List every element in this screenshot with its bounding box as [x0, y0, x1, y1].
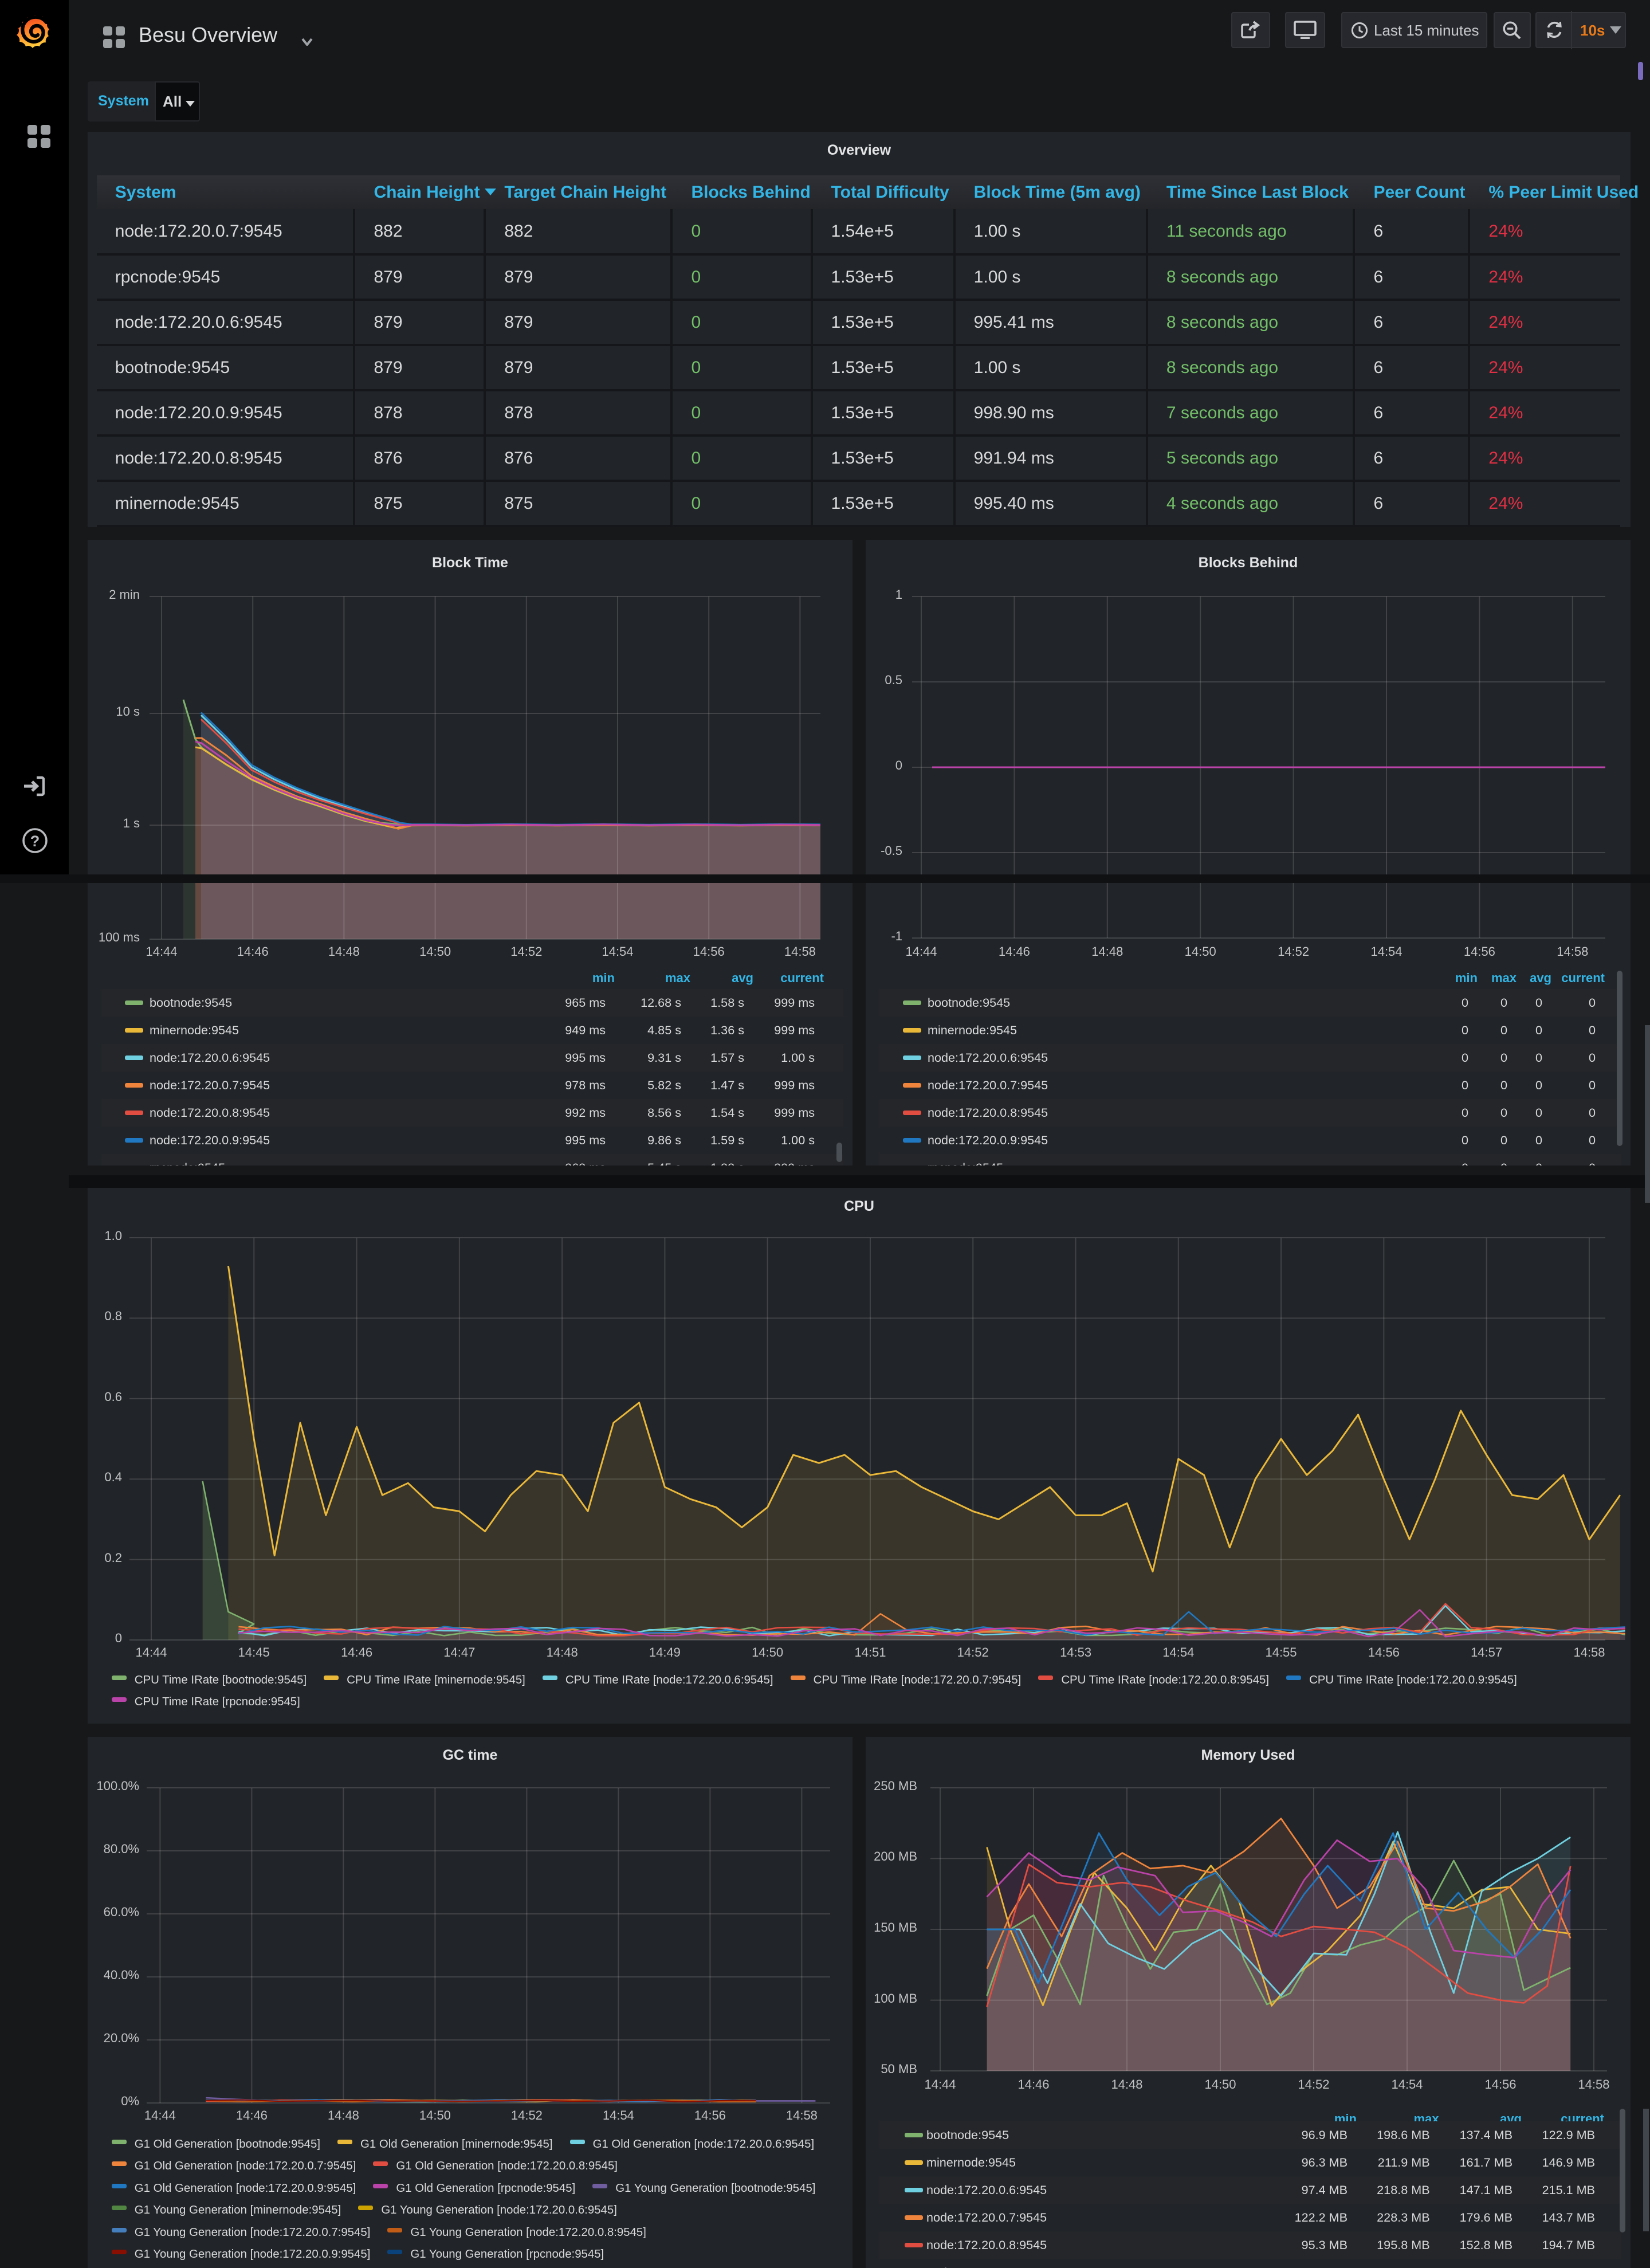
svg-text:?: ?: [30, 833, 40, 850]
